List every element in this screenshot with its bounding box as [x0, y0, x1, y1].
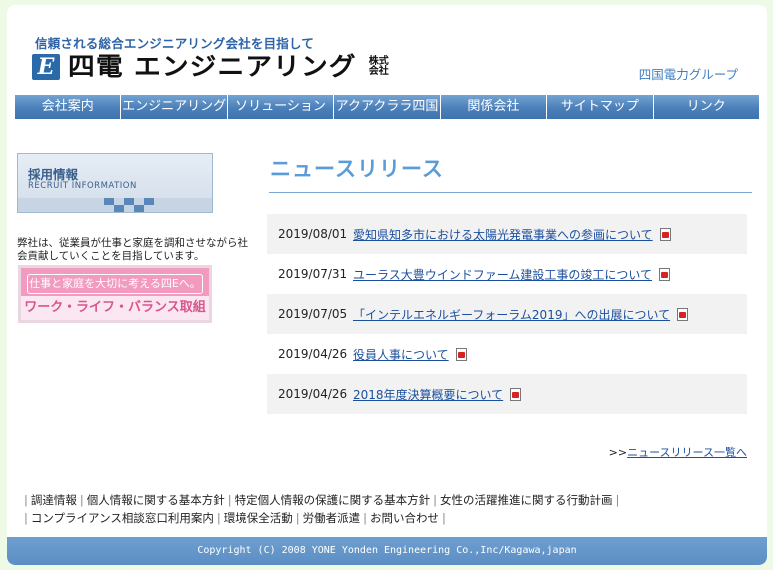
nav-item-solution[interactable]: ソリューション — [227, 95, 335, 119]
logo-kabushiki: 株式会社 — [368, 56, 389, 77]
pdf-icon[interactable] — [659, 227, 671, 241]
footer-link-specific-privacy[interactable]: 特定個人情報の保護に関する基本方針 — [235, 493, 431, 507]
news-link[interactable]: 2018年度決算概要について — [353, 386, 503, 403]
news-item: 2019/04/26 役員人事について — [267, 334, 747, 374]
news-title: ニュースリリース — [270, 157, 444, 181]
news-link[interactable]: 愛知県知多市における太陽光発電事業への参画について — [353, 226, 653, 243]
news-all-link-wrap: >>ニュースリリース一覧へ — [609, 444, 747, 460]
news-link[interactable]: 「インテルエネルギーフォーラム2019」への出展について — [353, 306, 670, 323]
global-nav: 会社案内 エンジニアリング ソリューション アクアクララ四国 関係会社 サイトマ… — [15, 95, 759, 119]
news-list: 2019/08/01 愛知県知多市における太陽光発電事業への参画について 201… — [267, 214, 747, 414]
news-all-link[interactable]: ニュースリリース一覧へ — [627, 446, 747, 459]
work-life-balance-banner[interactable]: 仕事と家庭を大切に考える四Eへ。 ワーク・ライフ・バランス取組 — [18, 265, 212, 323]
footer-separator: | — [295, 511, 300, 525]
footer-link-environment[interactable]: 環境保全活動 — [224, 511, 293, 525]
sidebar-intro-text: 弊社は、従業員が仕事と家庭を調和させながら社会貢献していくことを目指しています。 — [17, 237, 248, 262]
news-link[interactable]: 役員人事について — [353, 346, 449, 363]
footer-separator: | — [615, 493, 620, 507]
footer-link-compliance[interactable]: コンプライアンス相談窓口利用案内 — [31, 511, 214, 525]
footer-links-row: | 調達情報 | 個人情報に関する基本方針 | 特定個人情報の保護に関する基本方針 | 女性の… — [21, 491, 741, 509]
footer-separator: | — [79, 493, 84, 507]
footer-links: | 調達情報 | 個人情報に関する基本方針 | 特定個人情報の保護に関する基本方針 | 女性の… — [21, 491, 741, 527]
pdf-icon[interactable] — [677, 307, 689, 321]
page-frame: 信頼される総合エンジニアリング会社を目指して E 四電 エンジニアリング 株式会… — [7, 5, 767, 565]
news-item: 2019/08/01 愛知県知多市における太陽光発電事業への参画について — [267, 214, 747, 254]
pdf-icon[interactable] — [510, 387, 522, 401]
news-all-prefix: >> — [608, 446, 628, 459]
recruit-banner[interactable]: 採用情報 RECRUIT INFORMATION — [17, 153, 213, 213]
company-logo[interactable]: E 四電 エンジニアリング 株式会社 — [32, 53, 390, 81]
footer-separator: | — [216, 511, 221, 525]
tagline: 信頼される総合エンジニアリング会社を目指して — [35, 36, 315, 51]
copyright: Copyright (C) 2008 YONE Yonden Engineeri… — [7, 537, 767, 565]
footer-separator: | — [433, 493, 437, 507]
news-link[interactable]: ユーラス大豊ウインドファーム建設工事の竣工について — [353, 266, 652, 283]
news-date: 2019/07/05 — [278, 307, 348, 321]
footer-separator: | — [441, 511, 446, 525]
nav-item-aquaclara[interactable]: アクアクララ四国 — [334, 95, 441, 119]
news-date: 2019/07/31 — [278, 267, 348, 281]
logo-mark-icon: E — [32, 54, 60, 80]
nav-item-engineering[interactable]: エンジニアリング — [121, 95, 228, 119]
news-item: 2019/07/05 「インテルエネルギーフォーラム2019」への出展について — [267, 294, 747, 334]
nav-item-company[interactable]: 会社案内 — [15, 95, 122, 119]
logo-text: 四電 エンジニアリング — [68, 52, 357, 81]
footer-link-dispatch[interactable]: 労働者派遣 — [303, 511, 361, 525]
wlb-banner-top: 仕事と家庭を大切に考える四Eへ。 — [27, 274, 203, 294]
news-divider — [269, 192, 752, 193]
footer-separator: | — [363, 511, 367, 525]
footer-link-contact[interactable]: お問い合わせ — [370, 511, 439, 525]
pdf-icon[interactable] — [455, 347, 467, 361]
footer-separator: | — [24, 511, 28, 525]
footer-link-privacy[interactable]: 個人情報に関する基本方針 — [87, 493, 225, 507]
nav-item-links[interactable]: リンク — [653, 95, 759, 119]
nav-item-affiliates[interactable]: 関係会社 — [440, 95, 548, 119]
footer-link-women-plan[interactable]: 女性の活躍推進に関する行動計画 — [440, 493, 613, 507]
news-date: 2019/04/26 — [278, 347, 348, 361]
news-item: 2019/04/26 2018年度決算概要について — [267, 374, 747, 414]
footer-link-procurement[interactable]: 調達情報 — [31, 493, 77, 507]
news-item: 2019/07/31 ユーラス大豊ウインドファーム建設工事の竣工について — [267, 254, 747, 294]
checker-pattern — [18, 198, 212, 212]
nav-item-sitemap[interactable]: サイトマップ — [547, 95, 654, 119]
pdf-icon[interactable] — [659, 267, 671, 281]
footer-links-row: | コンプライアンス相談窓口利用案内 | 環境保全活動 | 労働者派遣 | お問い合わせ | — [21, 509, 741, 527]
footer-separator: | — [227, 493, 232, 507]
group-link[interactable]: 四国電力グループ — [639, 64, 738, 83]
news-date: 2019/04/26 — [278, 387, 348, 401]
recruit-subtitle: RECRUIT INFORMATION — [28, 181, 137, 191]
wlb-banner-bottom: ワーク・ライフ・バランス取組 — [21, 296, 209, 320]
news-date: 2019/08/01 — [278, 227, 348, 241]
footer-separator: | — [24, 493, 28, 507]
